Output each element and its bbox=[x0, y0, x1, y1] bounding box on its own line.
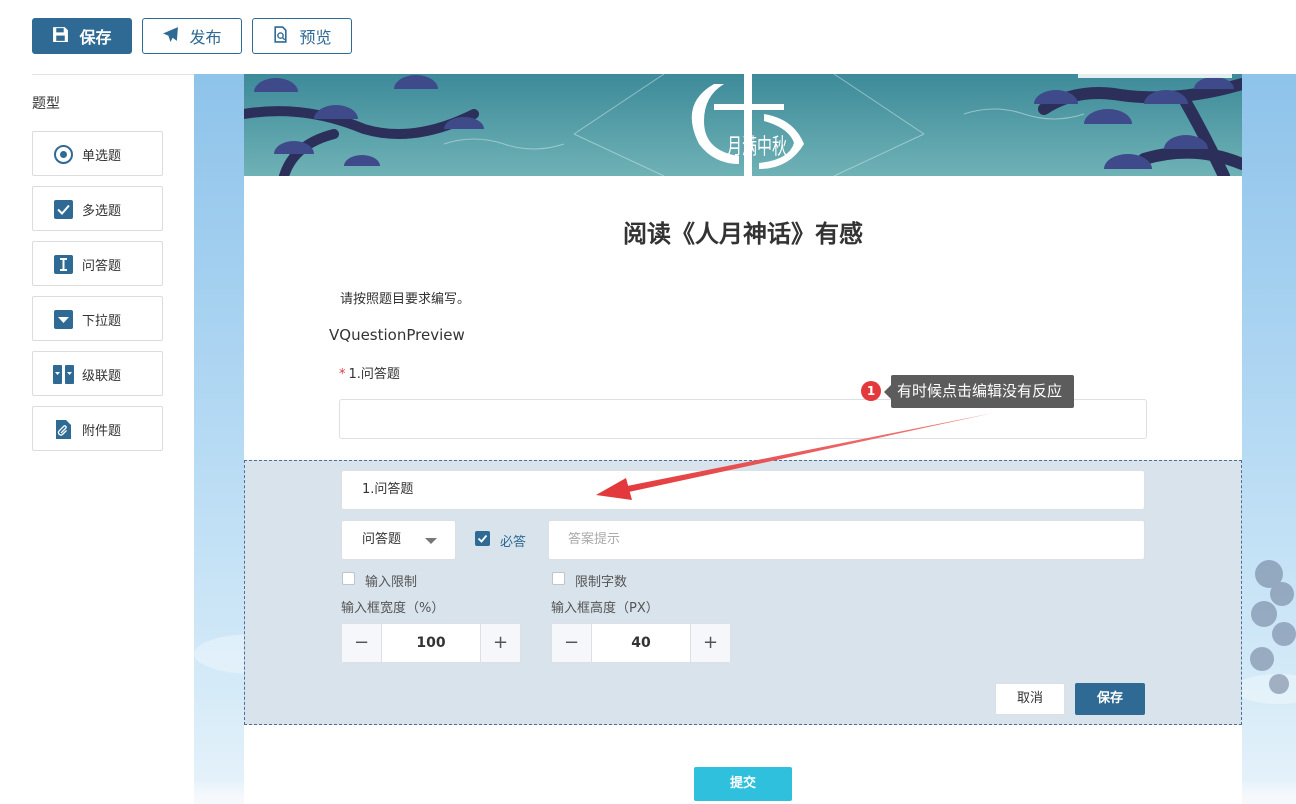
input-height-label: 输入框高度（PX） bbox=[551, 601, 659, 616]
annotation-badge: 1 bbox=[861, 381, 881, 401]
decrement-button[interactable]: − bbox=[552, 624, 592, 662]
cancel-button[interactable]: 取消 bbox=[995, 683, 1065, 715]
char-limit-checkbox[interactable] bbox=[552, 572, 565, 585]
sidebar-item-qa[interactable]: 问答题 bbox=[32, 241, 163, 286]
char-limit-label: 限制字数 bbox=[575, 575, 628, 590]
decrement-button[interactable]: − bbox=[342, 624, 382, 662]
save-button[interactable]: 保存 bbox=[32, 18, 132, 54]
checkbox-icon bbox=[53, 199, 74, 220]
required-mark: * bbox=[339, 367, 346, 382]
question-title-input[interactable]: 1.问答题 bbox=[341, 470, 1145, 510]
sidebar-divider bbox=[32, 74, 194, 75]
answer-hint-input[interactable]: 答案提示 bbox=[548, 520, 1145, 560]
input-limit-checkbox[interactable] bbox=[342, 572, 355, 585]
dropdown-icon bbox=[53, 309, 74, 330]
publish-button[interactable]: 发布 bbox=[142, 18, 242, 54]
submit-button[interactable]: 提交 bbox=[694, 767, 792, 801]
increment-button[interactable]: + bbox=[480, 624, 520, 662]
sidebar-item-cascade[interactable]: 级联题 bbox=[32, 351, 163, 396]
sidebar-item-label: 附件题 bbox=[82, 424, 122, 439]
annotation-tooltip: 有时候点击编辑没有反应 bbox=[883, 375, 1075, 408]
increment-button[interactable]: + bbox=[690, 624, 730, 662]
question-type-select[interactable]: 问答题 bbox=[341, 520, 456, 560]
input-width-stepper: − 100 + bbox=[341, 623, 521, 663]
check-icon bbox=[477, 534, 488, 543]
sidebar-item-multi-choice[interactable]: 多选题 bbox=[32, 186, 163, 231]
sidebar-item-label: 级联题 bbox=[82, 369, 122, 384]
preview-icon bbox=[272, 25, 289, 47]
banner-calligraphy: 月满中秋 bbox=[727, 135, 787, 160]
input-width-label: 输入框宽度（%） bbox=[341, 601, 445, 616]
sidebar-item-label: 问答题 bbox=[82, 259, 122, 274]
sidebar-item-label: 单选题 bbox=[82, 149, 122, 164]
question-type-value: 问答题 bbox=[362, 532, 402, 547]
sidebar-item-label: 多选题 bbox=[82, 204, 122, 219]
save-icon bbox=[52, 26, 69, 47]
component-tag: VQuestionPreview bbox=[329, 326, 465, 344]
publish-button-label: 发布 bbox=[189, 28, 222, 47]
sidebar-item-label: 下拉题 bbox=[82, 314, 122, 329]
required-checkbox[interactable] bbox=[475, 531, 490, 546]
preview-button[interactable]: 预览 bbox=[252, 18, 352, 54]
sidebar-title: 题型 bbox=[32, 96, 60, 112]
form-description: 请按照题目要求编写。 bbox=[340, 292, 471, 307]
cascade-icon bbox=[53, 364, 74, 385]
sidebar-item-attachment[interactable]: 附件题 bbox=[32, 406, 163, 451]
caret-down-icon bbox=[425, 538, 437, 544]
send-icon bbox=[162, 26, 179, 47]
sidebar-item-single-choice[interactable]: 单选题 bbox=[32, 131, 163, 176]
form-title: 阅读《人月神话》有感 bbox=[623, 220, 863, 248]
input-width-value[interactable]: 100 bbox=[382, 624, 480, 662]
input-height-value[interactable]: 40 bbox=[592, 624, 690, 662]
input-height-stepper: − 40 + bbox=[551, 623, 731, 663]
top-toolbar: 保存 发布 预览 bbox=[0, 0, 1296, 74]
save-button-label: 保存 bbox=[79, 28, 112, 47]
sidebar-item-dropdown[interactable]: 下拉题 bbox=[32, 296, 163, 341]
attachment-icon bbox=[53, 419, 74, 440]
required-label: 必答 bbox=[500, 535, 527, 550]
question-title: 1.问答题 bbox=[348, 367, 400, 382]
banner-image: 月满中秋 bbox=[244, 74, 1242, 176]
radio-icon bbox=[53, 144, 74, 165]
text-cursor-icon bbox=[53, 254, 74, 275]
question-label: * 1.问答题 bbox=[339, 363, 400, 382]
preview-button-label: 预览 bbox=[299, 28, 332, 47]
input-limit-label: 输入限制 bbox=[365, 575, 418, 590]
editor-save-button[interactable]: 保存 bbox=[1075, 683, 1145, 715]
